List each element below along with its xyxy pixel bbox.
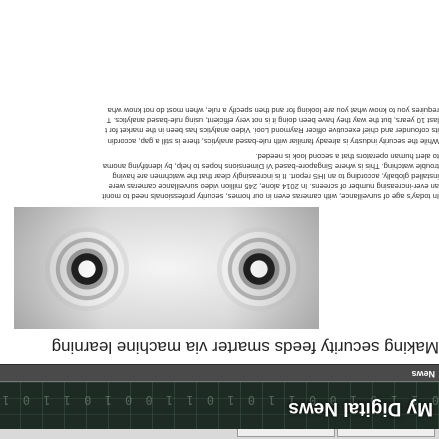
- paragraph-line: its cofounder and chief executive office…: [104, 126, 439, 136]
- page: 0 1 1 0 1 0 0 1 1 0 1 0 1 1 0 0 1 0 1 1 …: [0, 0, 439, 439]
- paragraph-line: last 10 years, but the way they have bee…: [106, 116, 439, 126]
- paragraph-line: to alert human operators that a second l…: [255, 151, 439, 161]
- article-hero-image: [14, 207, 319, 329]
- paragraph-line: In today’s age of surveillance, with cam…: [102, 192, 439, 201]
- site-title[interactable]: My Digital News: [288, 397, 433, 419]
- paragraph-line: requires you to know what you are lookin…: [107, 106, 439, 116]
- browser-top-bar: [0, 428, 439, 439]
- article-paragraph: While the security industry is already f…: [0, 105, 439, 145]
- article-headline: Making security feeds smarter via machin…: [51, 338, 439, 357]
- nav-item-news[interactable]: News: [411, 369, 435, 379]
- article-paragraph: In today’s age of surveillance, with cam…: [0, 151, 439, 201]
- browser-tab[interactable]: [237, 428, 335, 437]
- site-banner: 0 1 1 0 1 0 0 1 1 0 1 0 1 1 0 0 1 0 1 1 …: [0, 382, 439, 429]
- main-nav: News: [0, 364, 439, 382]
- browser-tab[interactable]: [337, 428, 435, 437]
- paragraph-line: trouble watching. This is where Singapor…: [102, 161, 439, 171]
- hero-shading: [14, 207, 319, 329]
- paragraph-line: While the security industry is already f…: [107, 136, 439, 146]
- paragraph-line: an ever-increasing number of screens. In…: [108, 181, 439, 191]
- paragraph-line: installed globally, according to an IHS …: [112, 171, 439, 181]
- article-body: In today’s age of surveillance, with cam…: [0, 100, 439, 201]
